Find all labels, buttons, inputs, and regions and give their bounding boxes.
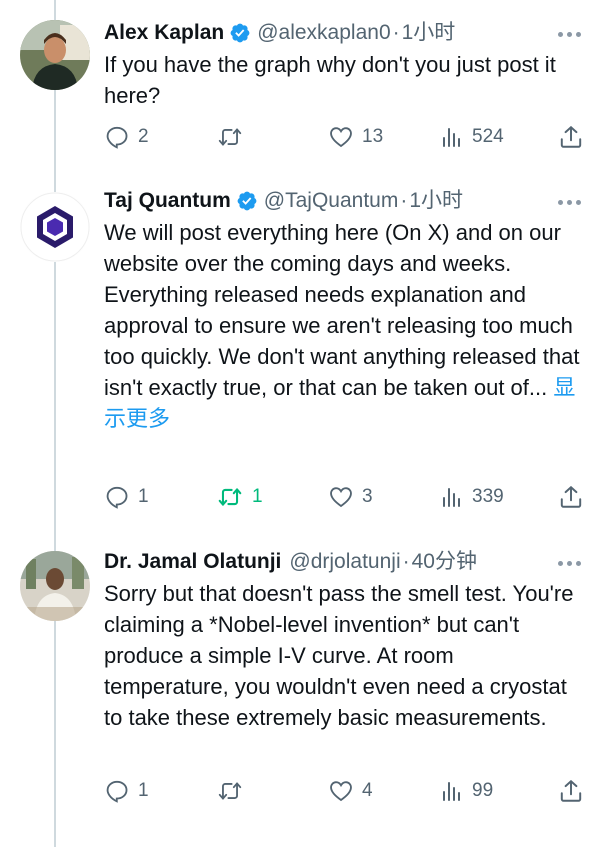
retweet-icon (218, 488, 242, 506)
heart-icon (330, 781, 352, 802)
share-button[interactable] (558, 776, 584, 806)
reply-count: 1 (138, 486, 149, 507)
avatar[interactable] (20, 20, 90, 90)
tweet-text-body: Sorry but that doesn't pass the smell te… (104, 581, 574, 730)
tweet-header: Taj Quantum @TajQuantum · 1小时 (104, 186, 582, 216)
heart-icon (330, 127, 352, 148)
reply-icon (106, 486, 128, 509)
more-options-icon[interactable] (556, 198, 582, 206)
like-button[interactable]: 4 (328, 776, 373, 806)
views-bar-chart-icon (443, 128, 460, 147)
views-button[interactable]: 99 (440, 776, 493, 806)
tweet-text: If you have the graph why don't you just… (104, 49, 582, 111)
timestamp[interactable]: 40分钟 (412, 547, 477, 577)
separator: · (392, 21, 400, 44)
reply-button[interactable]: 1 (104, 482, 149, 512)
retweet-icon (218, 128, 242, 146)
heart-icon (330, 487, 352, 508)
share-icon (560, 126, 582, 148)
share-icon (560, 486, 582, 508)
view-count: 524 (472, 126, 504, 147)
views-button[interactable]: 524 (440, 122, 504, 152)
tweet-text: Sorry but that doesn't pass the smell te… (104, 578, 582, 733)
author-name[interactable]: Alex Kaplan (104, 18, 224, 48)
reply-count: 2 (138, 126, 149, 147)
reply-icon (106, 780, 128, 803)
views-bar-chart-icon (443, 782, 460, 801)
tweet-text-body: If you have the graph why don't you just… (104, 52, 556, 108)
like-count: 4 (362, 780, 373, 801)
tweet-content: Dr. Jamal Olatunji @drjolatunji · 40分钟 S… (104, 547, 582, 733)
retweet-button[interactable]: 1 (216, 482, 263, 512)
views-bar-chart-icon (443, 488, 460, 507)
tweet-header: Dr. Jamal Olatunji @drjolatunji · 40分钟 (104, 547, 582, 577)
thread-line (54, 0, 56, 847)
like-count: 13 (362, 126, 384, 147)
avatar[interactable] (20, 551, 90, 621)
timestamp[interactable]: 1小时 (402, 18, 456, 48)
author-handle[interactable]: @drjolatunji (289, 547, 400, 577)
reply-icon (106, 126, 128, 149)
tweet-header: Alex Kaplan @alexkaplan0 · 1小时 (104, 18, 582, 48)
reply-button[interactable]: 1 (104, 776, 149, 806)
tweet-text-body: We will post everything here (On X) and … (104, 220, 580, 400)
author-handle[interactable]: @TajQuantum (264, 186, 399, 216)
separator: · (402, 550, 410, 573)
like-button[interactable]: 3 (328, 482, 373, 512)
avatar[interactable] (20, 192, 90, 262)
tweet-actions: 2 13 524 (104, 122, 584, 152)
tweet-text: We will post everything here (On X) and … (104, 217, 582, 434)
retweet-button[interactable] (216, 122, 252, 152)
reply-count: 1 (138, 780, 149, 801)
retweet-button[interactable] (216, 776, 252, 806)
retweet-count: 1 (252, 486, 263, 507)
verified-badge-icon (230, 23, 250, 43)
views-button[interactable]: 339 (440, 482, 504, 512)
tweet-content: Alex Kaplan @alexkaplan0 · 1小时 If you ha… (104, 18, 582, 111)
tweet-actions: 1 1 3 339 (104, 482, 584, 512)
more-options-icon[interactable] (556, 559, 582, 567)
timestamp[interactable]: 1小时 (409, 186, 463, 216)
tweet-content: Taj Quantum @TajQuantum · 1小时 We will po… (104, 186, 582, 434)
share-button[interactable] (558, 482, 584, 512)
tweet-actions: 1 4 99 (104, 776, 584, 806)
retweet-icon (218, 782, 242, 800)
view-count: 339 (472, 486, 504, 507)
separator: · (400, 189, 408, 212)
more-options-icon[interactable] (556, 30, 582, 38)
author-name[interactable]: Dr. Jamal Olatunji (104, 547, 281, 577)
share-button[interactable] (558, 122, 584, 152)
like-count: 3 (362, 486, 373, 507)
author-handle[interactable]: @alexkaplan0 (257, 18, 390, 48)
like-button[interactable]: 13 (328, 122, 383, 152)
share-icon (560, 780, 582, 802)
view-count: 99 (472, 780, 494, 801)
verified-badge-icon (237, 191, 257, 211)
author-name[interactable]: Taj Quantum (104, 186, 231, 216)
reply-button[interactable]: 2 (104, 122, 149, 152)
